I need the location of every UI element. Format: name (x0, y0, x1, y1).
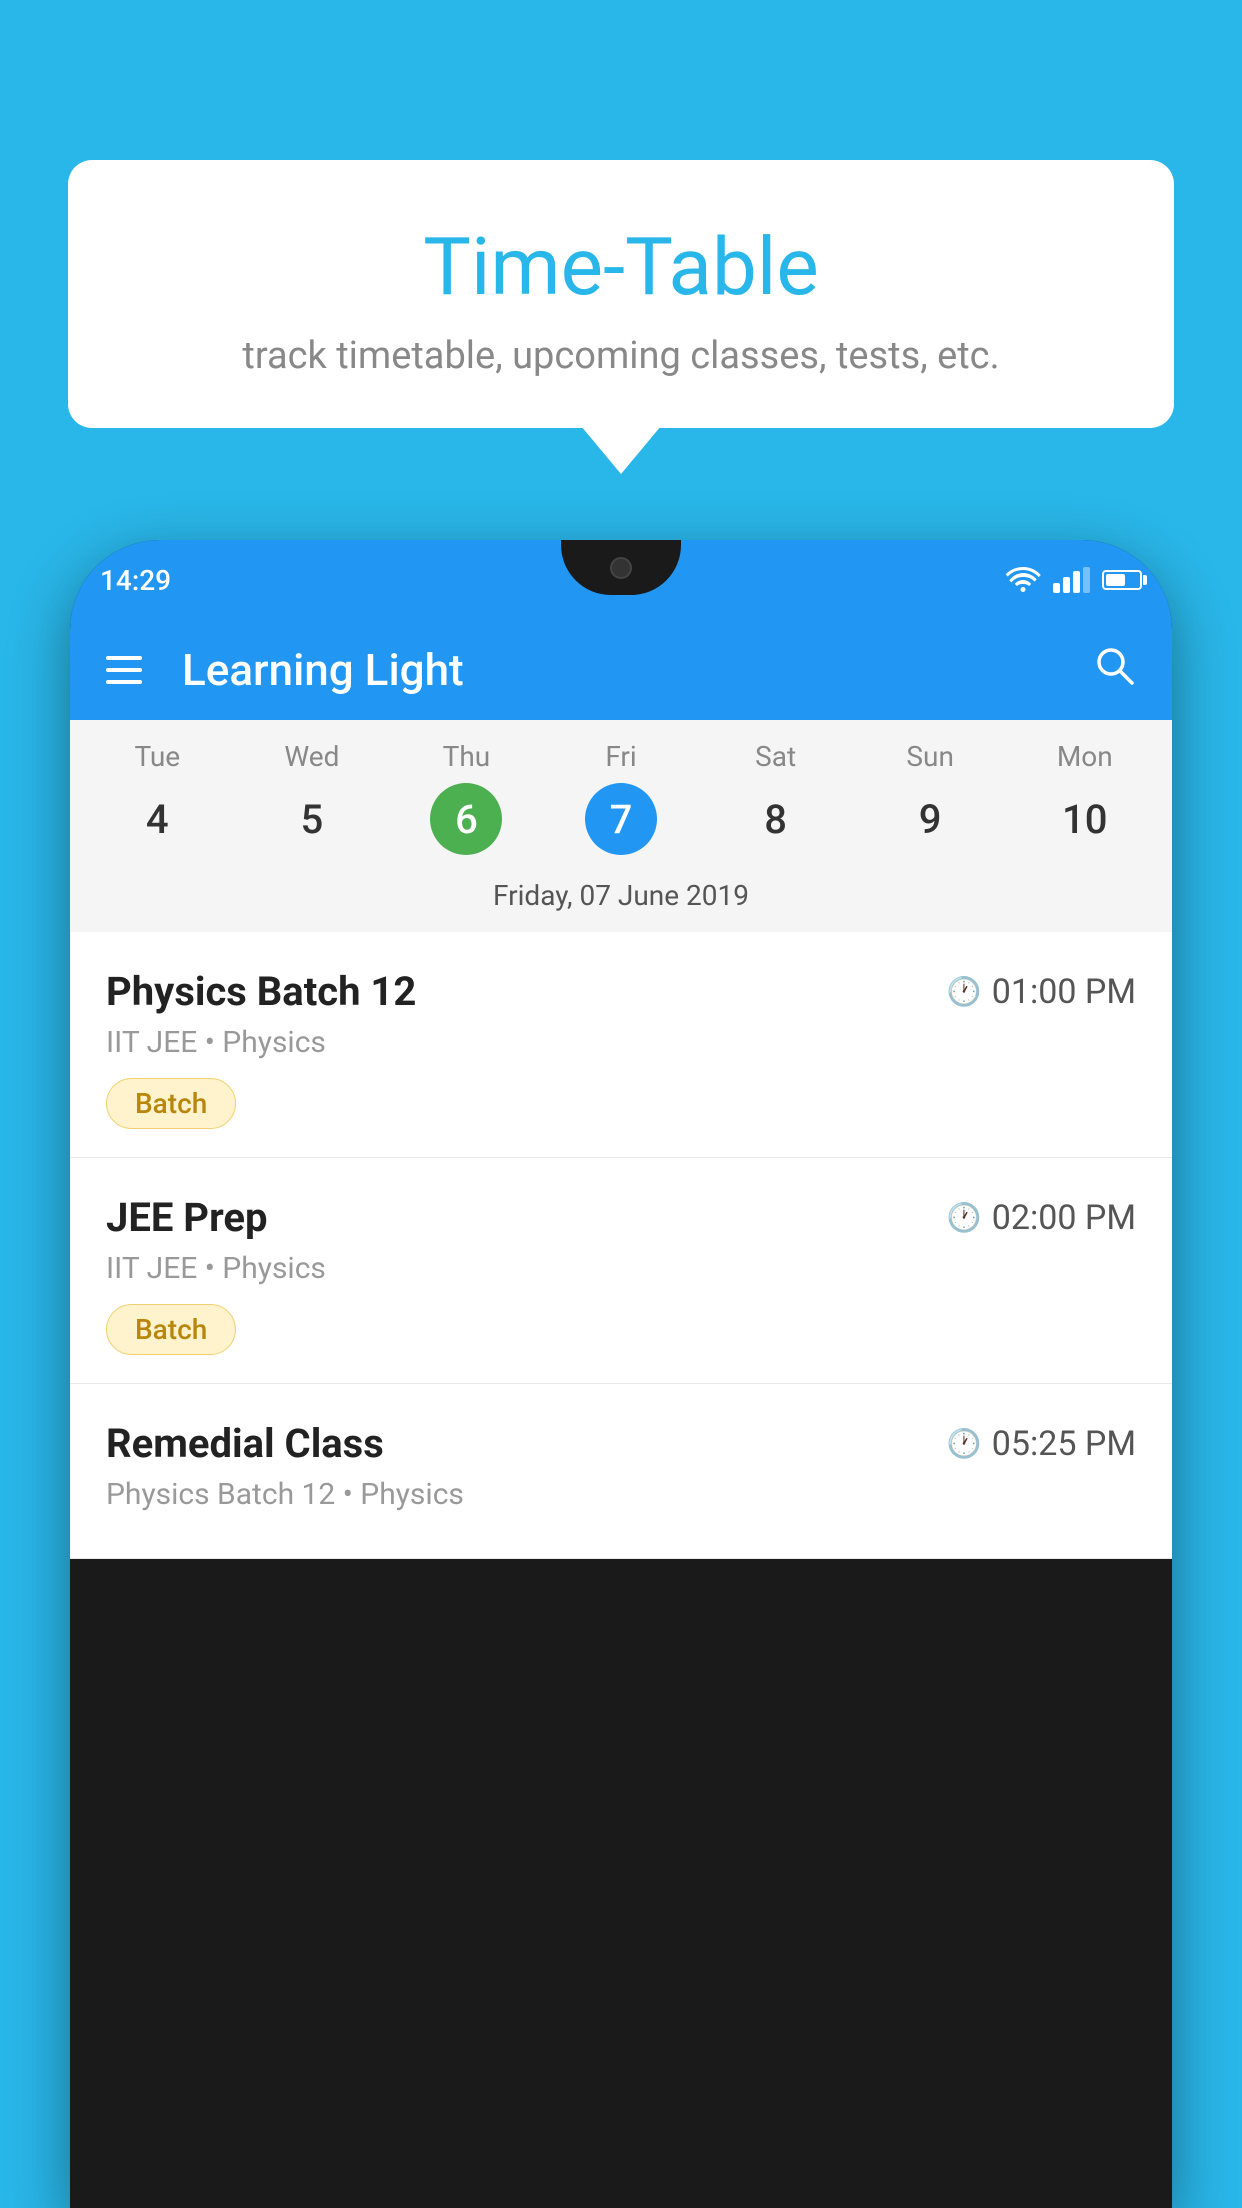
tooltip-title: Time-Table (138, 220, 1104, 314)
calendar-section: Tue 4 Wed 5 Thu 6 Fri 7 Sat 8 Sun 9 Mon 10 Friday, 07… (70, 720, 1172, 932)
day-name: Wed (284, 740, 339, 773)
day-col[interactable]: Sun 9 (853, 740, 1008, 855)
class-card[interactable]: JEE Prep 🕐 02:00 PM IIT JEE • Physics Batch (70, 1158, 1172, 1384)
clock-icon: 🕐 (947, 1427, 982, 1460)
time-value: 05:25 PM (992, 1424, 1136, 1464)
day-name: Sun (906, 740, 954, 773)
day-number[interactable]: 10 (1049, 783, 1121, 855)
clock-icon: 🕐 (947, 975, 982, 1008)
day-name: Thu (443, 740, 491, 773)
clock-icon: 🕐 (947, 1201, 982, 1234)
app-title: Learning Light (182, 644, 1092, 696)
day-number[interactable]: 7 (585, 783, 657, 855)
class-time: 🕐 05:25 PM (947, 1424, 1136, 1464)
day-col[interactable]: Wed 5 (235, 740, 390, 855)
day-name: Sat (755, 740, 796, 773)
class-subtitle: IIT JEE • Physics (106, 1025, 1136, 1060)
day-col[interactable]: Tue 4 (80, 740, 235, 855)
day-number[interactable]: 6 (430, 783, 502, 855)
day-col[interactable]: Thu 6 (389, 740, 544, 855)
camera (610, 557, 632, 579)
day-col[interactable]: Mon 10 (1007, 740, 1162, 855)
day-name: Tue (134, 740, 180, 773)
notch (561, 540, 681, 595)
day-name: Mon (1057, 740, 1113, 773)
day-col[interactable]: Fri 7 (544, 740, 699, 855)
phone-frame: 14:29 Learn (70, 540, 1172, 2208)
class-name: Remedial Class (106, 1420, 384, 1467)
signal-icon (1053, 567, 1090, 593)
day-number[interactable]: 9 (894, 783, 966, 855)
wifi-icon (1005, 567, 1041, 593)
status-bar: 14:29 (70, 540, 1172, 620)
batch-badge: Batch (106, 1304, 236, 1355)
tooltip-subtitle: track timetable, upcoming classes, tests… (138, 334, 1104, 378)
class-card[interactable]: Remedial Class 🕐 05:25 PM Physics Batch 12… (70, 1384, 1172, 1559)
day-col[interactable]: Sat 8 (698, 740, 853, 855)
batch-badge: Batch (106, 1078, 236, 1129)
menu-button[interactable] (106, 656, 142, 684)
selected-date-label: Friday, 07 June 2019 (70, 865, 1172, 932)
search-button[interactable] (1092, 643, 1136, 698)
status-icons (1005, 567, 1142, 593)
class-subtitle: IIT JEE • Physics (106, 1251, 1136, 1286)
day-name: Fri (605, 740, 636, 773)
class-name: Physics Batch 12 (106, 968, 416, 1015)
class-subtitle: Physics Batch 12 • Physics (106, 1477, 1136, 1512)
status-time: 14:29 (100, 564, 171, 597)
day-number[interactable]: 4 (121, 783, 193, 855)
days-row: Tue 4 Wed 5 Thu 6 Fri 7 Sat 8 Sun 9 Mon 10 (70, 720, 1172, 865)
class-time: 🕐 02:00 PM (947, 1198, 1136, 1238)
day-number[interactable]: 5 (276, 783, 348, 855)
classes-list: Physics Batch 12 🕐 01:00 PM IIT JEE • Phys… (70, 932, 1172, 1559)
class-time: 🕐 01:00 PM (947, 972, 1136, 1012)
day-number[interactable]: 8 (740, 783, 812, 855)
app-header: Learning Light (70, 620, 1172, 720)
battery-icon (1102, 570, 1142, 590)
time-value: 02:00 PM (992, 1198, 1136, 1238)
class-name: JEE Prep (106, 1194, 267, 1241)
class-card[interactable]: Physics Batch 12 🕐 01:00 PM IIT JEE • Phys… (70, 932, 1172, 1158)
tooltip-card: Time-Table track timetable, upcoming cla… (68, 160, 1174, 428)
time-value: 01:00 PM (992, 972, 1136, 1012)
